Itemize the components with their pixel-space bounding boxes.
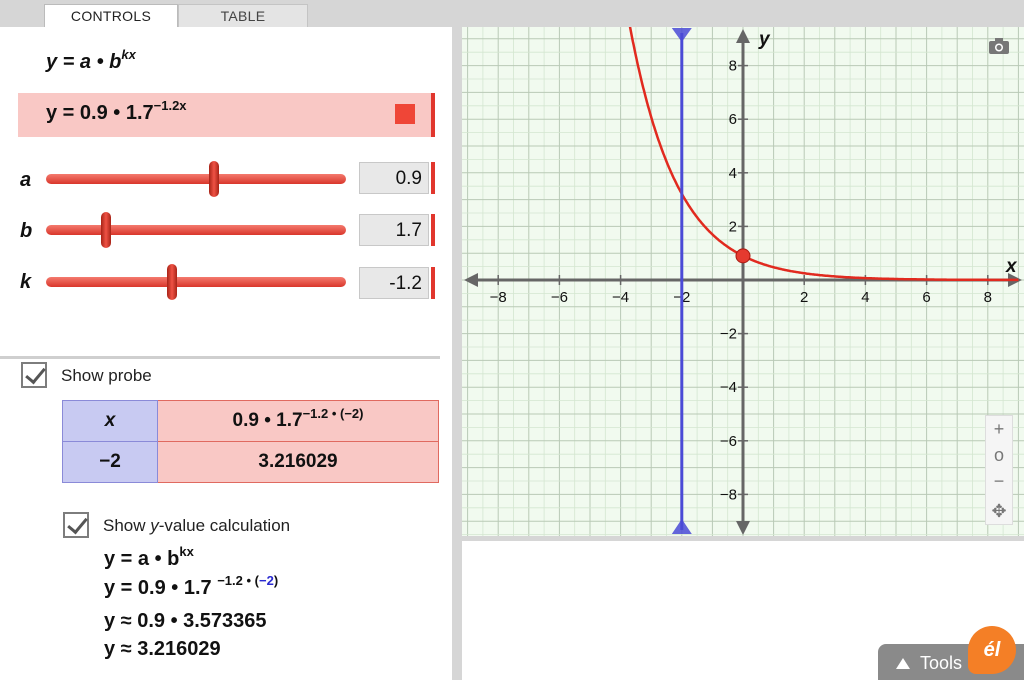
x-tick-label: 6 bbox=[922, 289, 930, 306]
y-tick-label: −6 bbox=[720, 433, 737, 450]
slider-k-thumb[interactable] bbox=[167, 264, 177, 300]
zoom-reset-button[interactable]: o bbox=[986, 442, 1012, 468]
current-formula-box: y = 0.9 • 1.7−1.2x bbox=[18, 93, 431, 137]
table-row: x 0.9 • 1.7−1.2 • (−2) bbox=[62, 400, 439, 442]
x-tick-label: 8 bbox=[984, 289, 992, 306]
zoom-out-button[interactable]: − bbox=[986, 468, 1012, 494]
probe-header-x: x bbox=[62, 400, 158, 442]
x-tick-label: 2 bbox=[800, 289, 808, 306]
y-tick-label: −2 bbox=[720, 326, 737, 343]
slider-a-accent bbox=[431, 162, 435, 194]
show-calculation-label: Show y-value calculation bbox=[103, 516, 291, 535]
y-tick-label: 2 bbox=[729, 218, 737, 235]
formula-accent-bar bbox=[431, 93, 435, 137]
x-tick-label: −8 bbox=[490, 289, 507, 306]
slider-k-value[interactable]: -1.2 bbox=[359, 267, 429, 299]
x-axis-label: x bbox=[1005, 256, 1018, 277]
slider-b-label: b bbox=[20, 220, 33, 242]
zoom-in-button[interactable]: + bbox=[986, 416, 1012, 442]
calc-line-4: y ≈ 3.216029 bbox=[104, 638, 221, 660]
slider-k-accent bbox=[431, 267, 435, 299]
slider-a-label: a bbox=[20, 169, 32, 191]
y-tick-label: 6 bbox=[729, 111, 737, 128]
slider-b-track[interactable] bbox=[46, 212, 346, 248]
slider-b-thumb[interactable] bbox=[101, 212, 111, 248]
tab-controls[interactable]: CONTROLS bbox=[44, 4, 178, 28]
slider-k-track[interactable] bbox=[46, 264, 346, 300]
y-tick-label: 4 bbox=[729, 165, 737, 182]
calc-line-3: y ≈ 0.9 • 3.573365 bbox=[104, 610, 267, 632]
general-formula: y = a • bkx bbox=[46, 47, 136, 73]
show-probe-label: Show probe bbox=[61, 366, 152, 385]
triangle-up-icon bbox=[896, 658, 910, 669]
calc-line-1: y = a • bkx bbox=[104, 544, 194, 570]
tab-table[interactable]: TABLE bbox=[178, 4, 308, 28]
show-calculation-checkbox[interactable] bbox=[63, 512, 89, 538]
table-row: −2 3.216029 bbox=[62, 441, 439, 483]
probe-x-value: −2 bbox=[62, 441, 158, 483]
x-tick-label: −6 bbox=[551, 289, 568, 306]
tab-bar: CONTROLS TABLE bbox=[0, 0, 455, 28]
slider-b-accent bbox=[431, 214, 435, 246]
calc-line-2: y = 0.9 • 1.7 −1.2 • (−2) bbox=[104, 573, 279, 599]
probe-header-expr: 0.9 • 1.7−1.2 • (−2) bbox=[157, 400, 439, 442]
graph-panel[interactable]: −8−6−4−224688642−2−4−6−8xy bbox=[462, 27, 1024, 536]
explorelearning-logo-icon: él bbox=[968, 626, 1016, 674]
current-formula: y = 0.9 • 1.7−1.2x bbox=[46, 98, 187, 124]
color-swatch[interactable] bbox=[395, 104, 415, 124]
show-probe-checkbox[interactable] bbox=[21, 362, 47, 388]
slider-a-value[interactable]: 0.9 bbox=[359, 162, 429, 194]
tools-label: Tools bbox=[920, 653, 963, 673]
y-intercept-point[interactable] bbox=[735, 248, 751, 264]
slider-b-value[interactable]: 1.7 bbox=[359, 214, 429, 246]
section-divider bbox=[0, 356, 440, 359]
probe-table: x 0.9 • 1.7−1.2 • (−2) −2 3.216029 bbox=[62, 400, 439, 483]
slider-k-label: k bbox=[20, 271, 32, 293]
graph-canvas[interactable]: −8−6−4−224688642−2−4−6−8xy bbox=[462, 27, 1024, 536]
y-tick-label: 8 bbox=[729, 58, 737, 75]
camera-icon[interactable] bbox=[988, 38, 1010, 54]
x-tick-label: −4 bbox=[612, 289, 629, 306]
x-tick-label: 4 bbox=[861, 289, 869, 306]
zoom-controls: + o − ✥ bbox=[985, 415, 1013, 525]
pan-icon[interactable]: ✥ bbox=[986, 498, 1012, 524]
y-axis-label: y bbox=[758, 29, 771, 50]
controls-panel: y = a • bkx y = 0.9 • 1.7−1.2x a 0.9 b 1… bbox=[0, 27, 452, 680]
probe-y-value: 3.216029 bbox=[157, 441, 439, 483]
y-tick-label: −4 bbox=[720, 379, 737, 396]
slider-a-track[interactable] bbox=[46, 161, 346, 197]
slider-a-thumb[interactable] bbox=[209, 161, 219, 197]
y-tick-label: −8 bbox=[720, 486, 737, 503]
